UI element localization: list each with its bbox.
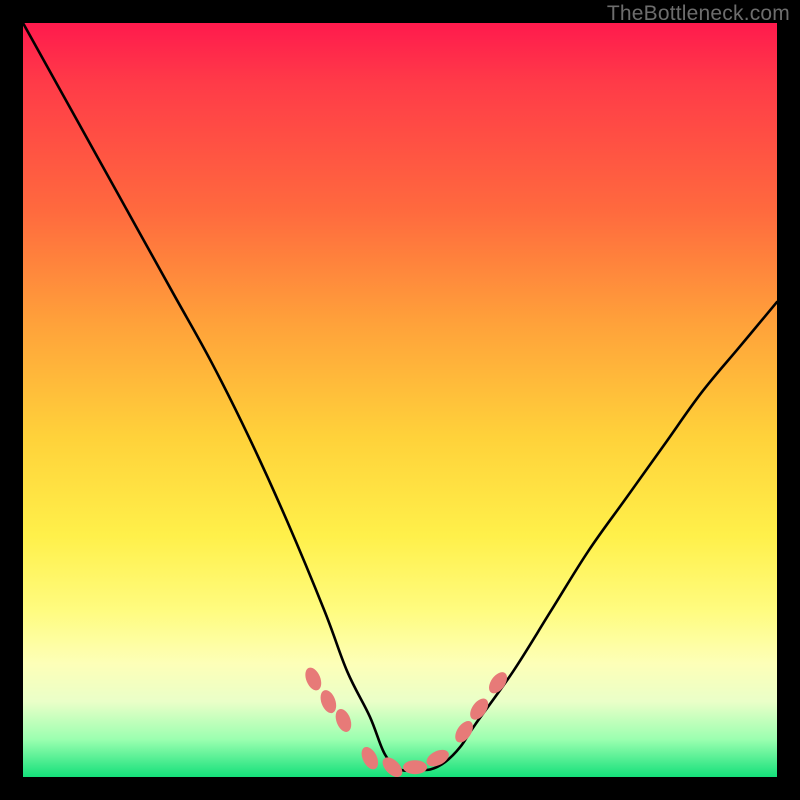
chart-frame: TheBottleneck.com	[0, 0, 800, 800]
plot-area	[23, 23, 777, 777]
bead-markers	[302, 665, 510, 780]
bead-marker	[358, 744, 381, 772]
bottleneck-curve	[23, 23, 777, 771]
bead-marker	[403, 760, 427, 774]
bead-marker	[302, 665, 324, 693]
curve-svg	[23, 23, 777, 777]
bead-marker	[318, 688, 340, 715]
bead-marker	[333, 707, 355, 734]
bead-marker	[379, 754, 406, 781]
